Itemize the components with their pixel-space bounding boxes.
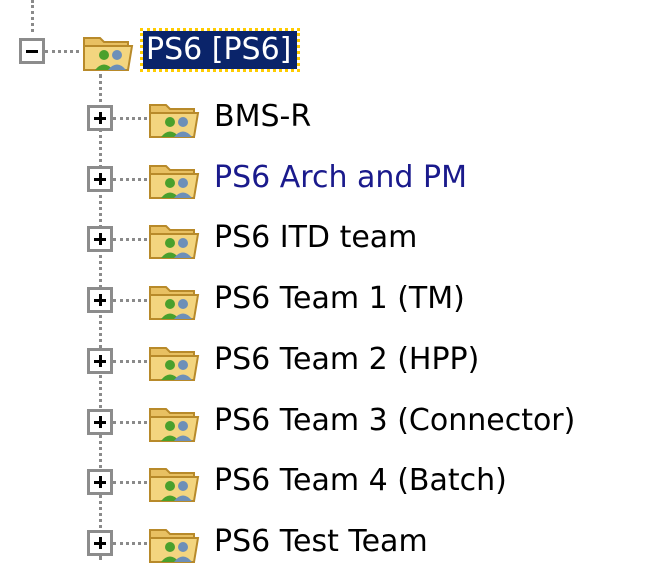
group-folder-icon	[149, 225, 200, 259]
expand-toggle[interactable]	[87, 105, 113, 131]
group-folder-icon	[149, 165, 200, 199]
collapse-toggle-root[interactable]	[19, 38, 45, 64]
tree-node-label[interactable]: PS6 Arch and PM	[214, 159, 467, 197]
expand-toggle[interactable]	[87, 226, 113, 252]
tree-connector-line	[31, 0, 34, 32]
tree-connector-line	[45, 50, 79, 53]
tree-connector-line	[113, 238, 147, 241]
tree-node-root-label[interactable]: PS6 [PS6]	[139, 28, 301, 72]
group-tree: PS6 [PS6] BMS-R PS6 Arch and PM PS6 ITD …	[0, 0, 660, 584]
group-folder-icon	[149, 104, 200, 138]
tree-node-label[interactable]: PS6 Test Team	[214, 523, 428, 561]
minus-icon	[26, 50, 38, 53]
group-folder-icon	[149, 347, 200, 381]
tree-node-label[interactable]: PS6 Team 3 (Connector)	[214, 402, 575, 440]
group-folder-icon	[149, 529, 200, 563]
tree-connector-line	[113, 481, 147, 484]
group-folder-icon	[149, 408, 200, 442]
expand-toggle[interactable]	[87, 348, 113, 374]
tree-connector-line	[113, 299, 147, 302]
tree-node-label[interactable]: PS6 Team 1 (TM)	[214, 280, 465, 318]
tree-node-label[interactable]: PS6 Team 4 (Batch)	[214, 462, 507, 500]
tree-connector-line	[113, 117, 147, 120]
tree-connector-line	[113, 360, 147, 363]
expand-toggle[interactable]	[87, 530, 113, 556]
tree-connector-line	[113, 421, 147, 424]
expand-toggle[interactable]	[87, 469, 113, 495]
expand-toggle[interactable]	[87, 287, 113, 313]
tree-node-label[interactable]: PS6 ITD team	[214, 219, 417, 257]
expand-toggle[interactable]	[87, 409, 113, 435]
expand-toggle[interactable]	[87, 166, 113, 192]
group-folder-icon	[83, 37, 134, 71]
tree-connector-line	[113, 542, 147, 545]
group-folder-icon	[149, 468, 200, 502]
tree-connector-line	[113, 178, 147, 181]
tree-node-label[interactable]: PS6 Team 2 (HPP)	[214, 341, 479, 379]
tree-node-label[interactable]: BMS-R	[214, 98, 311, 136]
group-folder-icon	[149, 286, 200, 320]
